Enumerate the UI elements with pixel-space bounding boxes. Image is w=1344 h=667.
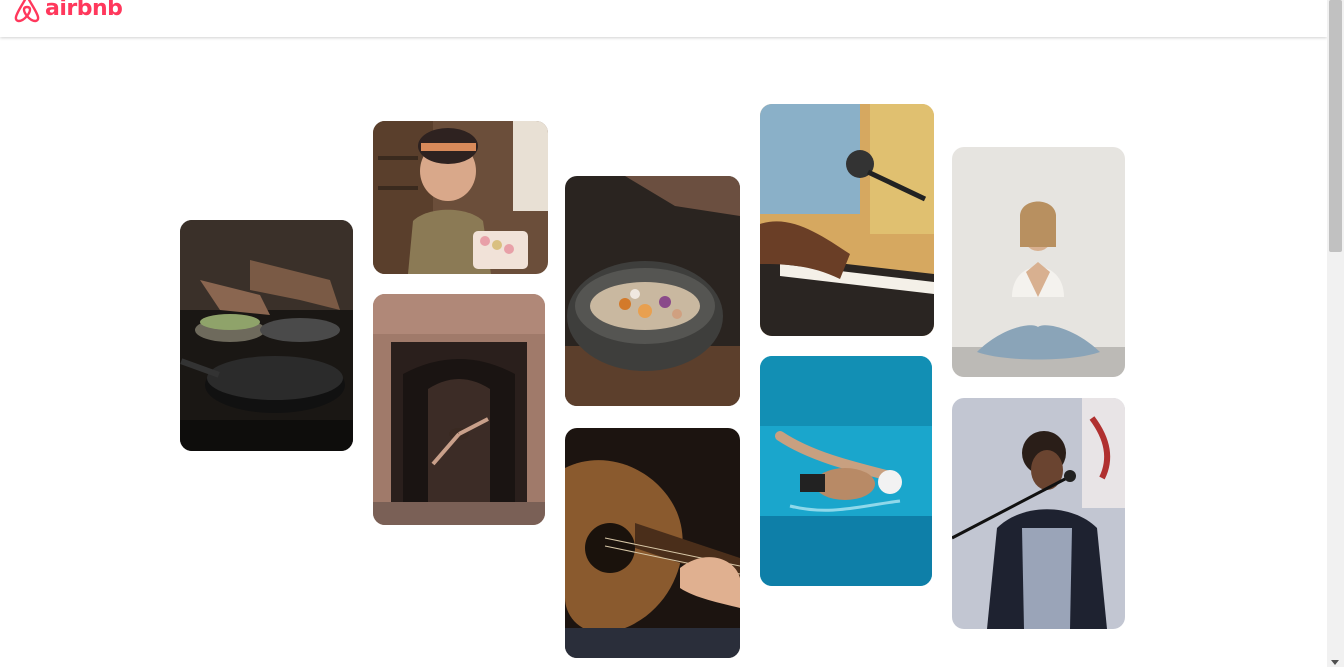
airbnb-belo-icon [14, 0, 40, 23]
airbnb-logo[interactable]: airbnb [12, 0, 123, 24]
page: airbnb [0, 0, 1344, 667]
photo-swimmer[interactable] [760, 356, 932, 586]
photo-woman-yoga[interactable] [952, 147, 1125, 377]
vertical-scrollbar[interactable] [1327, 0, 1344, 667]
logo-wordmark: airbnb [45, 0, 123, 21]
top-header: airbnb [0, 0, 1327, 37]
scroll-down-arrow-icon[interactable] [1331, 660, 1339, 665]
photo-piano-microphone[interactable] [760, 104, 934, 336]
photo-woman-macarons[interactable] [373, 121, 548, 274]
photo-acoustic-guitar[interactable] [565, 428, 740, 658]
photo-food-bowl[interactable] [565, 176, 740, 406]
photo-cooking-pans[interactable] [180, 220, 353, 451]
photo-singer[interactable] [952, 398, 1125, 629]
scrollbar-thumb[interactable] [1329, 0, 1342, 252]
photo-dancer-archway[interactable] [373, 294, 545, 525]
